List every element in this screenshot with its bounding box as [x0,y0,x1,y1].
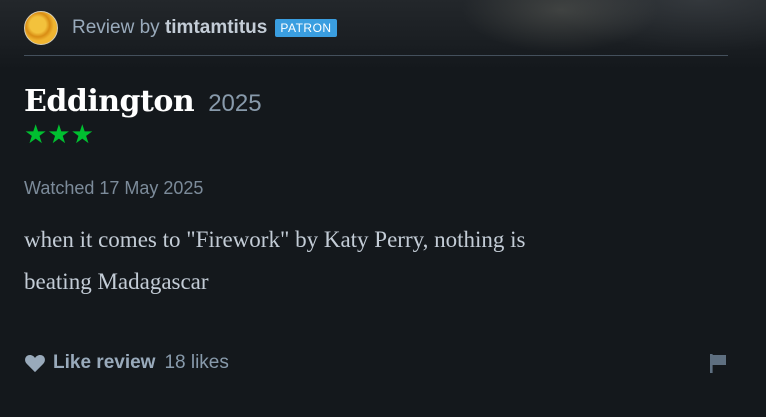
rating-stars: ★★★ [24,119,94,149]
like-review-button[interactable]: Like review [53,352,155,374]
likes-count-link[interactable]: 18 likes [164,352,228,374]
review-body: when it comes to "Firework" by Katy Perr… [24,219,664,303]
film-title[interactable]: Eddington [24,84,195,119]
star-rating: ★★★ [24,121,728,147]
watched-date: Watched 17 May 2025 [24,178,204,198]
review-container: Review by timtamtitus PATRON Eddington 2… [24,0,728,303]
film-year[interactable]: 2025 [208,90,261,118]
review-footer: Like review 18 likes [24,348,728,378]
patron-badge: PATRON [275,18,337,37]
review-header: Review by timtamtitus PATRON [24,0,728,56]
username-link[interactable]: timtamtitus [165,17,267,38]
review-by-prefix: Review by [72,16,160,38]
review-by-line: Review by timtamtitus [72,17,267,39]
review-body-line: beating Madagascar [24,269,209,294]
avatar[interactable] [24,10,58,45]
review-body-line: when it comes to "Firework" by Katy Perr… [24,227,526,252]
heart-icon[interactable] [24,353,46,373]
film-title-row: Eddington 2025 [24,84,728,119]
flag-icon[interactable] [708,352,728,374]
